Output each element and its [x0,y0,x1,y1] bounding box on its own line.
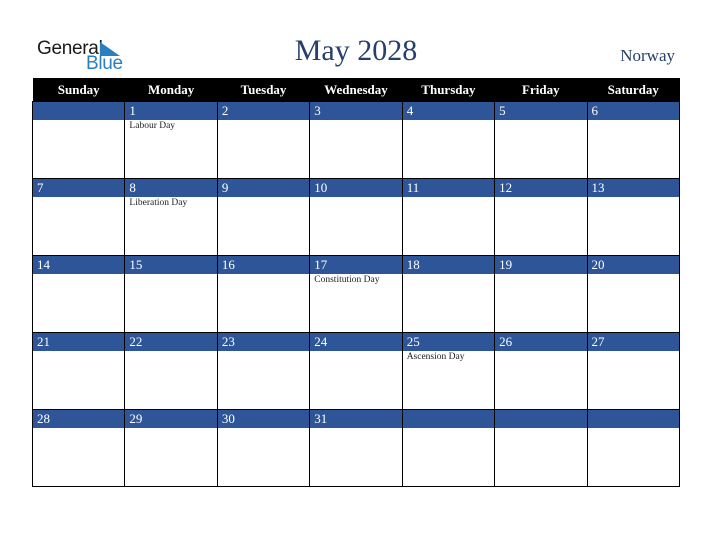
day-number: 24 [309,332,403,351]
holiday-label: Labour Day [129,121,176,131]
day-number: 30 [216,409,311,428]
week-day-number-row: 14 15 16 17 18 19 20 [31,255,681,274]
day-cell[interactable] [586,274,681,333]
day-number: 28 [31,409,126,428]
day-number: 23 [216,332,311,351]
day-cell[interactable] [216,351,311,410]
day-number: 16 [216,255,311,274]
day-cell[interactable] [216,120,311,179]
calendar-title: May 2028 [294,34,418,67]
day-number: 1 [124,101,218,120]
day-number [31,101,126,120]
day-cell[interactable]: Constitution Day [309,274,403,333]
day-number: 17 [309,255,403,274]
day-number: 21 [31,332,126,351]
week-event-row: Ascension Day [31,351,681,410]
day-cell[interactable] [309,197,403,256]
day-cell[interactable] [216,274,311,333]
week-day-number-row: 21 22 23 24 25 26 27 [31,332,681,351]
day-cell[interactable]: Ascension Day [401,351,496,410]
day-cell[interactable] [31,351,126,410]
day-number: 12 [494,178,588,197]
day-number: 26 [494,332,588,351]
weekday-header: Wednesday [309,78,403,102]
day-number: 4 [401,101,496,120]
weekday-header: Sunday [32,78,125,102]
day-number: 3 [309,101,403,120]
day-number: 2 [216,101,311,120]
week-event-row: Liberation Day [31,197,681,256]
day-number: 9 [216,178,311,197]
day-number [586,409,681,428]
day-cell[interactable] [309,120,403,179]
week-event-row [31,428,681,487]
day-number: 14 [31,255,126,274]
calendar-grid: Sunday Monday Tuesday Wednesday Thursday… [31,78,681,487]
weekday-header: Monday [124,78,218,102]
day-number: 20 [586,255,681,274]
day-cell[interactable] [31,120,126,179]
day-number: 22 [124,332,218,351]
day-cell[interactable] [401,120,496,179]
weekday-header: Friday [494,78,588,102]
country-label: Norway [620,46,675,65]
day-number: 10 [309,178,403,197]
day-cell[interactable] [309,428,403,487]
day-cell[interactable] [586,351,681,410]
day-cell[interactable]: Labour Day [124,120,218,179]
weekday-header: Thursday [402,78,495,102]
day-number: 29 [124,409,218,428]
day-cell[interactable] [494,351,588,410]
day-number: 19 [494,255,588,274]
day-number: 15 [124,255,218,274]
day-cell[interactable] [494,428,588,487]
day-cell[interactable] [216,197,311,256]
day-cell[interactable] [494,120,588,179]
week-event-row: Constitution Day [31,274,681,333]
weekday-header-row: Sunday Monday Tuesday Wednesday Thursday… [32,78,680,102]
holiday-label: Liberation Day [129,198,188,208]
week-day-number-row: 28 29 30 31 [31,409,681,428]
day-number: 25 [401,332,496,351]
day-number: 18 [401,255,496,274]
day-cell[interactable] [401,274,496,333]
day-cell[interactable] [31,428,126,487]
weekday-header: Saturday [587,78,680,102]
day-cell[interactable] [494,197,588,256]
week-day-number-row: 123456 [31,101,681,120]
day-cell[interactable] [124,274,218,333]
holiday-label: Constitution Day [314,275,380,285]
day-number: 5 [494,101,588,120]
holiday-label: Ascension Day [406,352,465,362]
day-number: 27 [586,332,681,351]
day-cell[interactable] [124,428,218,487]
day-cell[interactable] [31,197,126,256]
day-cell[interactable] [124,351,218,410]
day-cell[interactable] [586,197,681,256]
day-cell[interactable] [586,120,681,179]
weekday-header: Tuesday [217,78,310,102]
day-number: 6 [586,101,681,120]
day-cell[interactable] [31,274,126,333]
day-cell[interactable] [216,428,311,487]
day-cell[interactable] [494,274,588,333]
day-cell[interactable] [401,197,496,256]
day-cell[interactable]: Liberation Day [124,197,218,256]
day-number: 11 [401,178,496,197]
day-cell[interactable] [586,428,681,487]
day-number: 13 [586,178,681,197]
day-number: 31 [309,409,403,428]
day-cell[interactable] [401,428,496,487]
week-event-row: Labour Day [31,120,681,179]
day-number: 8 [124,178,218,197]
day-cell[interactable] [309,351,403,410]
day-number [494,409,588,428]
week-day-number-row: 7 8 9 10 11 12 13 [31,178,681,197]
day-number: 7 [31,178,126,197]
day-number [401,409,496,428]
